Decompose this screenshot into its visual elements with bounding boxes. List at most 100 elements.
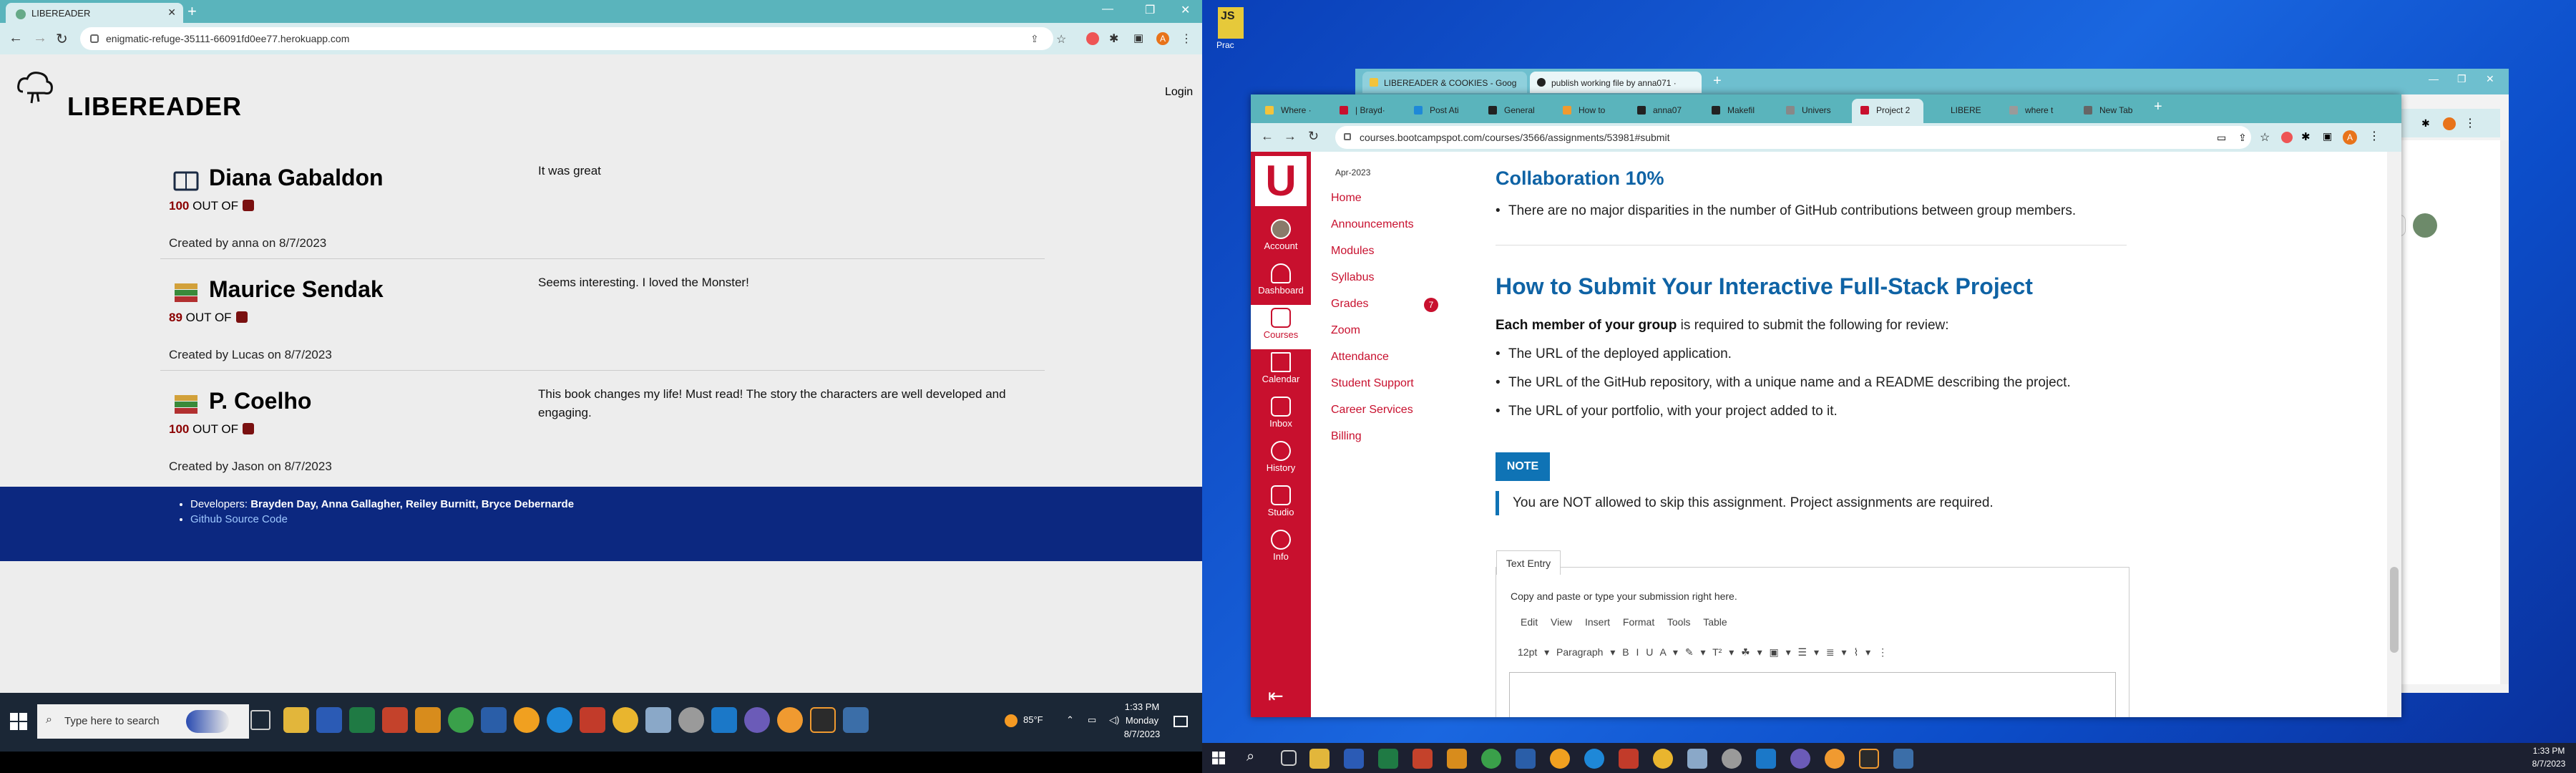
word-icon[interactable] (316, 707, 342, 733)
front-tab[interactable]: How to (1554, 99, 1626, 123)
tray-chevron-icon[interactable]: ⌃ (1066, 714, 1074, 726)
forward-icon[interactable]: → (1284, 129, 1297, 144)
front-tab[interactable]: Project 2 (1852, 99, 1923, 123)
course-link-career-services[interactable]: Career Services (1331, 404, 1413, 417)
vscode-icon[interactable] (711, 707, 737, 733)
editor-menubar[interactable]: Edit View Insert Format Tools Table (1521, 616, 1727, 628)
scrollbar-thumb[interactable] (2390, 567, 2399, 653)
weather-temp[interactable]: 85°F (1023, 714, 1043, 725)
site-info-icon[interactable] (1344, 133, 1351, 140)
url-field[interactable]: enigmatic-refuge-35111-66091fd0ee77.hero… (80, 27, 1053, 50)
nav-account[interactable]: Account (1251, 216, 1311, 261)
course-link-billing[interactable]: Billing (1331, 430, 1362, 443)
illustrator-icon[interactable] (810, 707, 836, 733)
edge-icon[interactable] (547, 707, 572, 733)
illustrator-icon[interactable] (1859, 749, 1879, 769)
minimize-icon[interactable]: — (2429, 73, 2439, 84)
nav-courses[interactable]: Courses (1251, 305, 1311, 349)
profile-avatar[interactable]: A (2343, 130, 2357, 145)
chrome-icon[interactable] (678, 707, 704, 733)
app-icon[interactable] (1481, 749, 1501, 769)
nav-dashboard[interactable]: Dashboard (1251, 261, 1311, 305)
task-view-icon[interactable] (1281, 750, 1297, 766)
nav-info[interactable]: Info (1251, 527, 1311, 571)
course-link-grades[interactable]: Grades (1331, 298, 1368, 311)
vscode-icon[interactable] (1756, 749, 1776, 769)
file-explorer-icon[interactable] (283, 707, 309, 733)
university-logo[interactable]: U (1255, 156, 1307, 206)
course-link-syllabus[interactable]: Syllabus (1331, 271, 1374, 284)
chrome-icon[interactable] (1825, 749, 1845, 769)
app-icon[interactable] (1687, 749, 1707, 769)
close-window-icon[interactable]: ✕ (1181, 3, 1190, 17)
app-icon[interactable] (481, 707, 507, 733)
maximize-icon[interactable]: ❐ (2457, 73, 2467, 85)
tab-text-entry[interactable]: Text Entry (1496, 550, 1561, 575)
close-tab-icon[interactable]: ✕ (167, 6, 176, 19)
powerpoint-icon[interactable] (1413, 749, 1433, 769)
front-tab[interactable]: | Brayd· (1331, 99, 1402, 123)
profile-avatar-icon[interactable] (2443, 117, 2456, 130)
chrome-icon[interactable] (1653, 749, 1673, 769)
powerpoint-icon[interactable] (382, 707, 408, 733)
front-tab[interactable]: Post Ati (1405, 99, 1477, 123)
app-icon[interactable] (1790, 749, 1810, 769)
course-link-student-support[interactable]: Student Support (1331, 377, 1414, 390)
rich-text-editor[interactable] (1509, 672, 2116, 717)
extension-icon[interactable] (2281, 132, 2293, 143)
sidebar-icon[interactable]: ▣ (2323, 130, 2332, 142)
course-link-announcements[interactable]: Announcements (1331, 218, 1414, 231)
windows-start-icon[interactable] (10, 713, 27, 730)
minimize-icon[interactable]: — (1102, 3, 1113, 16)
app-icon[interactable] (415, 707, 441, 733)
editor-toolbar[interactable]: 12pt ▾ Paragraph ▾ B I U A ▾ ✎ ▾ T² ▾ ☘ … (1518, 646, 1888, 658)
reload-icon[interactable]: ↻ (1308, 129, 1319, 144)
front-tab[interactable]: General (1480, 99, 1551, 123)
canvas-browser-window[interactable]: Where · | Brayd· Post Ati General How to anna… (1251, 94, 2401, 717)
taskbar-search-box[interactable]: ⌕ Type here to search (37, 704, 249, 739)
background-scrollbar[interactable] (2500, 140, 2509, 684)
blender-icon[interactable] (1550, 749, 1570, 769)
profile-avatar[interactable]: A (1156, 32, 1169, 45)
course-link-zoom[interactable]: Zoom (1331, 324, 1360, 337)
bookmark-star-icon[interactable]: ☆ (1056, 32, 1069, 46)
site-info-icon[interactable] (90, 34, 99, 43)
notifications-icon[interactable] (1174, 716, 1188, 727)
menu-kebab-icon[interactable]: ⋮ (1181, 31, 1194, 45)
close-window-icon[interactable]: ✕ (2486, 73, 2494, 85)
app-icon[interactable] (645, 707, 671, 733)
background-tab[interactable]: LIBEREADER & COOKIES - Goog (1362, 72, 1527, 93)
bookmark-star-icon[interactable]: ☆ (2260, 130, 2270, 145)
task-view-icon[interactable] (250, 710, 270, 730)
app-icon[interactable] (1893, 749, 1913, 769)
avatar[interactable] (2413, 213, 2437, 238)
collapse-nav-icon[interactable]: ⇤ (1268, 685, 1284, 707)
login-link[interactable]: Login (1165, 86, 1193, 99)
forward-icon[interactable]: → (33, 30, 47, 47)
nav-studio[interactable]: Studio (1251, 482, 1311, 527)
chrome-icon[interactable] (1722, 749, 1742, 769)
menu-kebab-icon[interactable]: ⋮ (2368, 129, 2380, 143)
background-tab[interactable]: publish working file by anna071 · (1530, 72, 1702, 93)
app-icon[interactable] (1619, 749, 1639, 769)
share-icon[interactable]: ⇪ (1030, 33, 1043, 46)
front-tab[interactable]: where t (2001, 99, 2072, 123)
maximize-icon[interactable]: ❐ (1145, 3, 1155, 17)
new-tab-icon[interactable]: + (2154, 99, 2162, 115)
clock[interactable]: 1:33 PM Monday 8/7/2023 (1113, 701, 1171, 739)
clock[interactable]: 1:33 PM 8/7/2023 (2526, 746, 2572, 769)
app-icon[interactable] (448, 707, 474, 733)
nav-history[interactable]: History (1251, 438, 1311, 482)
tab-libereader[interactable]: LIBEREADER ✕ (6, 3, 183, 23)
menu-kebab-icon[interactable]: ⋮ (2464, 116, 2476, 130)
blender-icon[interactable] (514, 707, 540, 733)
desktop-js-file-icon[interactable]: JS (1218, 7, 1244, 39)
app-icon[interactable] (843, 707, 869, 733)
front-tab[interactable]: anna07 (1629, 99, 1700, 123)
sidebar-icon[interactable]: ▣ (1133, 31, 1146, 44)
nav-calendar[interactable]: Calendar (1251, 349, 1311, 394)
back-icon[interactable]: ← (9, 30, 23, 47)
extensions-puzzle-icon[interactable]: ✱ (2421, 117, 2430, 130)
word-icon[interactable] (1344, 749, 1364, 769)
excel-icon[interactable] (1378, 749, 1398, 769)
